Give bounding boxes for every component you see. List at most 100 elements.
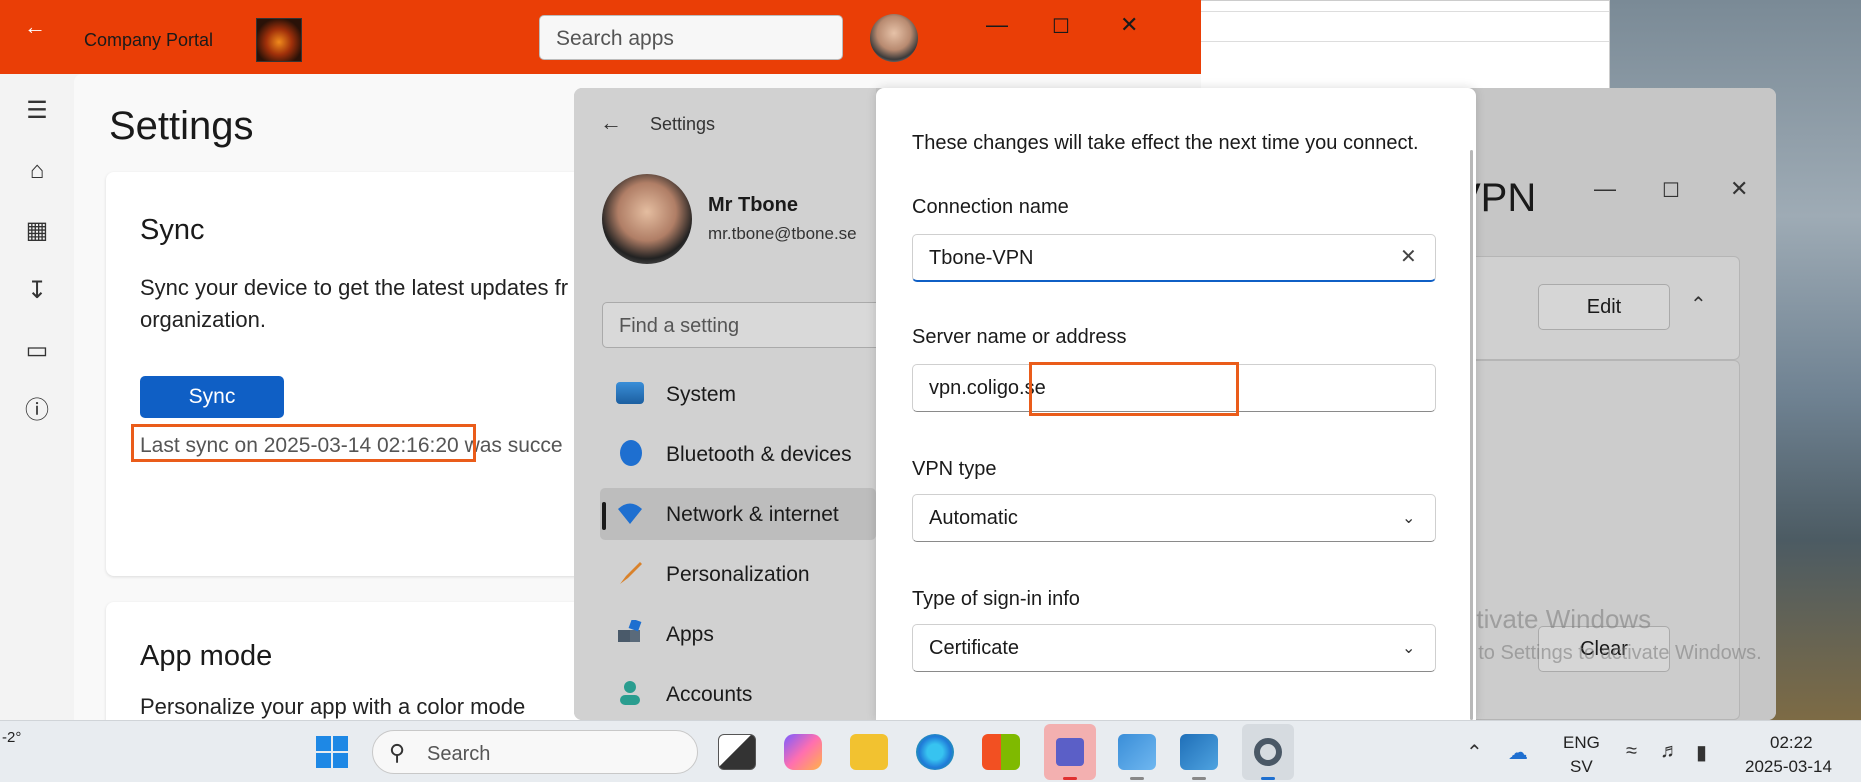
sidebar-item-label: Bluetooth & devices xyxy=(666,443,852,466)
volume-icon[interactable]: ♬ xyxy=(1660,740,1680,763)
sync-description: Sync your device to get the latest updat… xyxy=(140,272,610,336)
intune-indicator xyxy=(1130,777,1144,780)
dialog-scrollbar[interactable] xyxy=(1470,150,1473,720)
signin-type-select[interactable]: Certificate xyxy=(912,624,1436,672)
clear-text-icon[interactable]: ✕ xyxy=(1400,244,1417,269)
page-title: Settings xyxy=(109,104,254,148)
chevron-up-icon[interactable]: ⌃ xyxy=(1466,740,1483,765)
sync-description-line1: Sync your device to get the latest updat… xyxy=(140,275,569,300)
store-icon[interactable] xyxy=(982,734,1020,770)
account-name: Mr Tbone xyxy=(708,194,798,216)
background-window xyxy=(1190,0,1610,90)
minimize-icon[interactable]: — xyxy=(986,12,1008,38)
clock-time[interactable]: 02:22 xyxy=(1770,733,1813,753)
chevron-down-icon: ⌄ xyxy=(1402,510,1416,527)
maximize-icon[interactable]: ☐ xyxy=(1052,14,1070,39)
sidebar-item-system[interactable]: System xyxy=(600,368,876,420)
server-highlight-box xyxy=(1029,362,1239,416)
settings-indicator xyxy=(1261,777,1275,780)
sidebar-item-label: System xyxy=(666,383,737,406)
sidebar-item-network[interactable]: Network & internet xyxy=(600,488,876,540)
clock-date[interactable]: 2025-03-14 xyxy=(1745,757,1832,777)
brush-icon xyxy=(616,560,644,586)
company-logo xyxy=(256,18,302,62)
sidebar-item-label: Personalization xyxy=(666,563,810,586)
teams-icon[interactable] xyxy=(1044,724,1096,780)
user-avatar[interactable] xyxy=(870,14,918,62)
minimize-icon[interactable]: — xyxy=(1594,176,1616,202)
taskbar-search[interactable]: ⚲ Search xyxy=(372,730,698,774)
connection-name-field[interactable]: Tbone-VPN xyxy=(912,234,1436,282)
maximize-icon[interactable]: ☐ xyxy=(1662,178,1680,203)
portal-nav-rail: ☰ ⌂ ▦ ↧ ▭ ⓘ xyxy=(0,74,74,720)
app-mode-description: Personalize your app with a color mode xyxy=(140,694,526,719)
settings-title: Settings xyxy=(650,114,716,134)
taskbar: -2° ⚲ Search ⌃ ☁ ENG SV ≈ ♬ ▮ 02:22 2025… xyxy=(0,720,1861,782)
find-setting-input[interactable]: Find a setting xyxy=(602,302,892,348)
app-mode-title: App mode xyxy=(140,640,273,672)
bluetooth-icon xyxy=(620,440,642,466)
rdp-indicator xyxy=(1192,777,1206,780)
taskbar-search-label: Search xyxy=(427,743,491,765)
vpn-type-value: Automatic xyxy=(929,507,1018,529)
close-icon[interactable]: ✕ xyxy=(1120,12,1138,38)
language-indicator-line2[interactable]: SV xyxy=(1570,757,1593,777)
weather-widget[interactable]: -2° xyxy=(2,729,21,746)
connection-name-label: Connection name xyxy=(912,196,1069,218)
vpn-type-select[interactable]: Automatic xyxy=(912,494,1436,542)
settings-app-icon[interactable] xyxy=(1242,724,1294,780)
edge-icon[interactable] xyxy=(916,734,954,770)
wifi-icon xyxy=(616,500,644,526)
chevron-up-icon[interactable]: ⌃ xyxy=(1690,292,1707,317)
sync-button[interactable]: Sync xyxy=(140,376,284,418)
settings-sidebar: ← Settings Mr Tbone mr.tbone@tbone.se Fi… xyxy=(574,88,892,720)
sidebar-item-bluetooth[interactable]: Bluetooth & devices xyxy=(600,428,876,480)
help-icon[interactable]: ⓘ xyxy=(22,396,52,426)
signin-type-label: Type of sign-in info xyxy=(912,588,1080,610)
teams-indicator xyxy=(1063,777,1077,780)
sync-highlight-box xyxy=(131,424,476,462)
back-arrow-icon[interactable]: ← xyxy=(600,110,622,136)
sidebar-item-accounts[interactable]: Accounts xyxy=(600,668,876,720)
active-indicator xyxy=(602,502,606,530)
m365-copilot-icon[interactable] xyxy=(784,734,822,770)
search-apps-input[interactable]: Search apps xyxy=(539,15,843,60)
apps-icon[interactable]: ▦ xyxy=(22,216,52,246)
activate-windows-subtext: Go to Settings to activate Windows. xyxy=(1446,642,1762,664)
system-icon xyxy=(616,382,644,404)
wifi-icon[interactable]: ≈ xyxy=(1626,740,1637,763)
download-icon[interactable]: ↧ xyxy=(22,276,52,306)
file-explorer-icon[interactable] xyxy=(850,734,888,770)
search-icon: ⚲ xyxy=(389,740,406,765)
company-portal-titlebar: ← Company Portal Search apps — ☐ ✕ xyxy=(0,0,1201,74)
language-indicator-line1[interactable]: ENG xyxy=(1563,733,1600,753)
sidebar-item-personalization[interactable]: Personalization xyxy=(600,548,876,600)
device-icon[interactable]: ▭ xyxy=(22,336,52,366)
sync-title: Sync xyxy=(140,214,205,246)
apps-icon xyxy=(616,618,644,646)
activate-windows-watermark: Activate Windows xyxy=(1446,604,1652,634)
edit-button[interactable]: Edit xyxy=(1538,284,1670,330)
home-icon[interactable]: ⌂ xyxy=(22,156,52,186)
battery-icon[interactable]: ▮ xyxy=(1696,740,1707,765)
task-view-icon[interactable] xyxy=(718,734,756,770)
sidebar-item-apps[interactable]: Apps xyxy=(600,608,876,660)
vpn-type-label: VPN type xyxy=(912,458,997,480)
start-icon[interactable] xyxy=(316,736,348,768)
sync-description-line2: organization. xyxy=(140,307,266,332)
sidebar-item-label: Network & internet xyxy=(666,503,839,526)
menu-icon[interactable]: ☰ xyxy=(22,96,52,126)
intune-icon[interactable] xyxy=(1118,734,1156,770)
remote-desktop-icon[interactable] xyxy=(1180,734,1218,770)
onedrive-icon[interactable]: ☁ xyxy=(1508,740,1528,765)
close-icon[interactable]: ✕ xyxy=(1730,176,1748,202)
dialog-note: These changes will take effect the next … xyxy=(912,132,1419,154)
chevron-down-icon: ⌄ xyxy=(1402,640,1416,657)
signin-type-value: Certificate xyxy=(929,637,1020,659)
account-email: mr.tbone@tbone.se xyxy=(708,224,857,243)
teams-badge xyxy=(1056,738,1084,766)
sidebar-item-label: Apps xyxy=(666,623,714,646)
server-address-label: Server name or address xyxy=(912,326,1127,348)
back-arrow-icon[interactable]: ← xyxy=(24,14,46,40)
sidebar-item-label: Accounts xyxy=(666,683,753,706)
